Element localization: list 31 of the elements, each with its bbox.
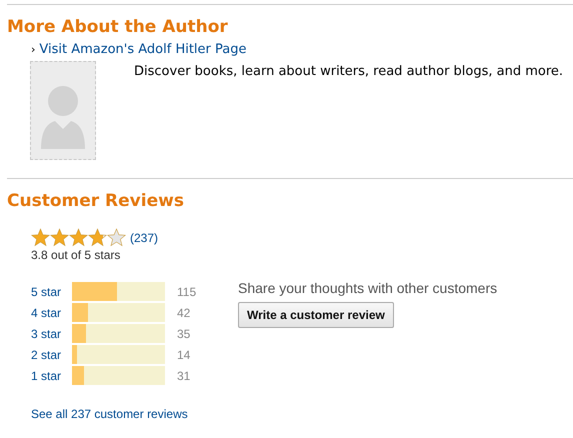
review-prompt: Share your thoughts with other customers bbox=[238, 280, 498, 296]
section-heading: More About the Author bbox=[7, 17, 228, 37]
bullet-arrow-icon: › bbox=[31, 43, 36, 56]
star-icon bbox=[88, 228, 107, 247]
person-silhouette-icon bbox=[41, 86, 85, 149]
review-count-link[interactable]: (237) bbox=[130, 230, 158, 244]
review-count: 31 bbox=[177, 368, 192, 382]
histogram-bar[interactable] bbox=[72, 345, 165, 364]
star-filter-link[interactable]: 1 star bbox=[31, 368, 72, 382]
histogram-bar[interactable] bbox=[72, 366, 165, 385]
star-icon bbox=[50, 228, 69, 247]
star-filter-link[interactable]: 5 star bbox=[31, 284, 72, 298]
star-icon bbox=[69, 228, 88, 247]
review-count: 14 bbox=[177, 348, 192, 362]
review-count: 42 bbox=[177, 306, 192, 320]
star-icon bbox=[107, 228, 126, 247]
histogram-bar[interactable] bbox=[72, 324, 165, 343]
see-all-reviews-link[interactable]: See all 237 customer reviews bbox=[31, 407, 188, 421]
write-review-button[interactable]: Write a customer review bbox=[238, 302, 394, 328]
review-count: 35 bbox=[177, 326, 192, 340]
author-description: Discover books, learn about writers, read author blogs, and more. bbox=[134, 64, 564, 81]
rating-summary: 3.8 out of 5 stars bbox=[31, 248, 120, 262]
histogram-bar[interactable] bbox=[72, 282, 165, 301]
star-filter-link[interactable]: 3 star bbox=[31, 326, 72, 340]
star-filter-link[interactable]: 2 star bbox=[31, 348, 72, 362]
review-count: 115 bbox=[177, 284, 198, 298]
star-filter-link[interactable]: 4 star bbox=[31, 306, 72, 320]
histogram-bar[interactable] bbox=[72, 303, 165, 322]
author-page-link[interactable]: Visit Amazon's Adolf Hitler Page bbox=[39, 42, 246, 57]
star-icon bbox=[31, 228, 50, 247]
section-heading: Customer Reviews bbox=[7, 191, 184, 211]
